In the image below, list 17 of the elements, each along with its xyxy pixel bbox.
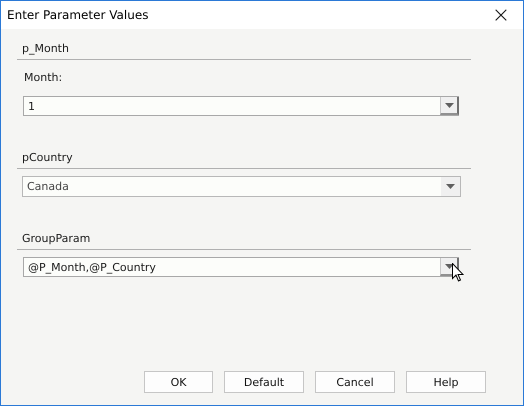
close-button[interactable]: × [479, 1, 523, 29]
group-title: pCountry [17, 148, 471, 169]
field-label: Month: [23, 70, 64, 86]
group-title: p_Month [17, 39, 471, 60]
dropdown-field[interactable]: @P_Month,@P_Country [23, 257, 459, 277]
dropdown-value: @P_Month,@P_Country [27, 260, 156, 274]
dropdown-value: 1 [27, 100, 35, 112]
cursor-icon [452, 263, 464, 282]
dropdown-value: Canada [26, 180, 69, 193]
dialog-button[interactable]: Help [406, 371, 486, 393]
dialog-button[interactable]: Cancel [315, 371, 395, 393]
group-title: GroupParam [17, 229, 471, 250]
window-title: Enter Parameter Values [7, 8, 148, 22]
dialog-button[interactable]: OK [144, 371, 213, 393]
dropdown-field[interactable]: Canada [22, 176, 461, 197]
dropdown-field[interactable]: 1 [23, 96, 459, 116]
dialog-button[interactable]: Default [224, 371, 304, 393]
